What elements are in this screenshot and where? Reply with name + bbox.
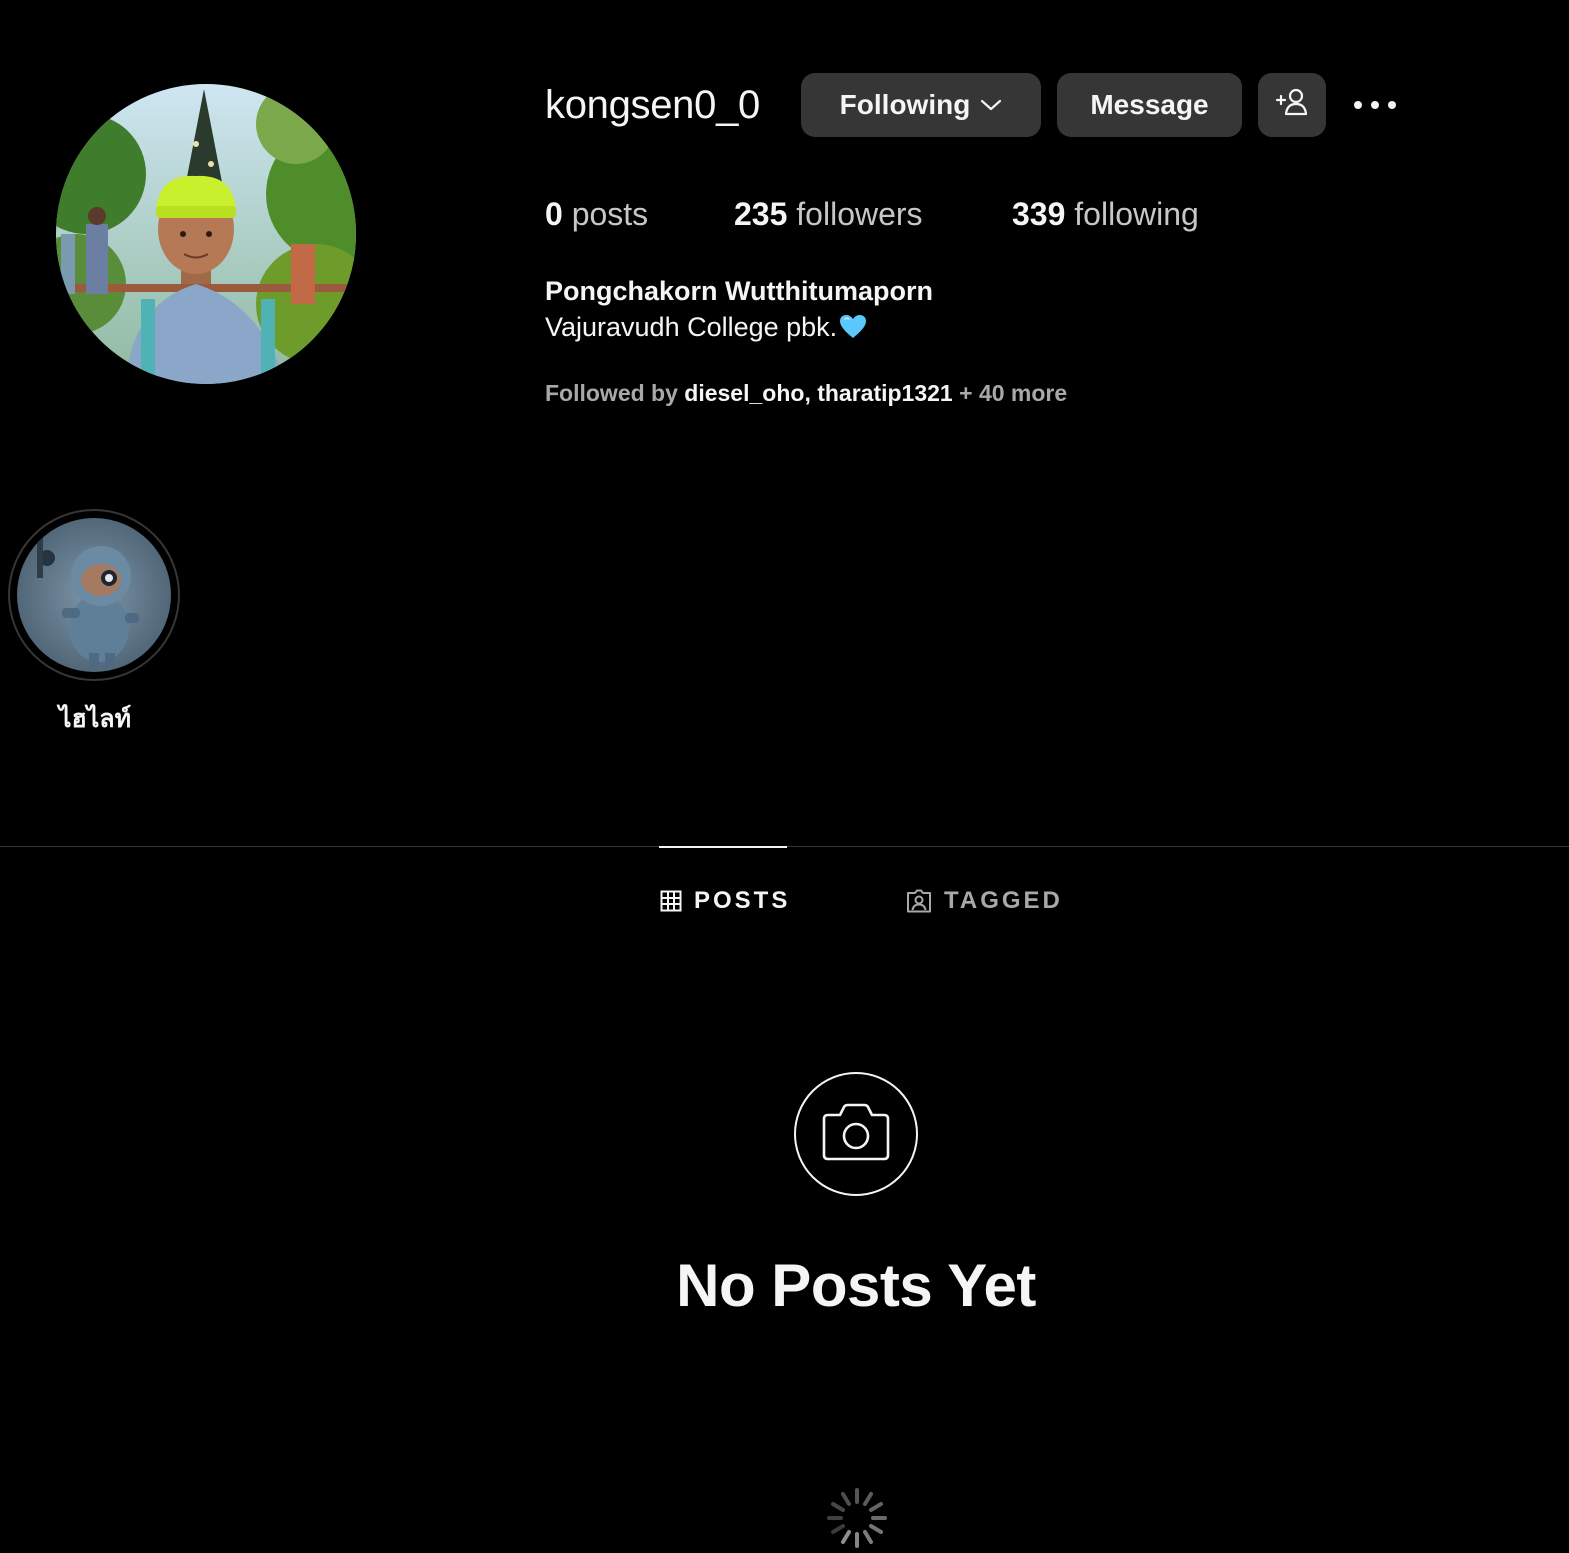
more-options-icon: [1353, 97, 1397, 115]
followed-by-user-1[interactable]: diesel_oho: [684, 380, 804, 406]
posts-count-number: 0: [545, 196, 563, 232]
posts-count: 0 posts: [545, 193, 648, 235]
active-tab-indicator: [659, 846, 787, 848]
followers-link[interactable]: 235 followers: [734, 193, 923, 235]
story-highlight[interactable]: ไฮไลท์: [8, 509, 182, 733]
followed-by-user-2[interactable]: tharatip1321: [817, 380, 953, 406]
grid-icon: [660, 890, 682, 912]
avatar-photo: [56, 84, 356, 384]
tab-posts-label: POSTS: [694, 887, 791, 914]
followers-count-label: followers: [796, 196, 923, 232]
profile-username: kongsen0_0: [545, 83, 760, 127]
camera-icon: [822, 1101, 890, 1168]
followers-count-number: 235: [734, 196, 788, 232]
following-count-label: following: [1074, 196, 1199, 232]
highlight-ring: [8, 509, 180, 681]
following-count-number: 339: [1012, 196, 1066, 232]
tab-tagged[interactable]: TAGGED: [906, 884, 1063, 918]
profile-bio: Vajuravudh College pbk.: [545, 310, 867, 344]
profile-page: kongsen0_0 Following Message 0 posts 235…: [0, 0, 1569, 1553]
tagged-icon: [906, 889, 932, 913]
highlight-label: ไฮไลท์: [58, 705, 132, 733]
profile-full-name: Pongchakorn Wutthitumaporn: [545, 276, 933, 306]
followed-by-prefix: Followed by: [545, 380, 678, 406]
tab-tagged-label: TAGGED: [944, 887, 1063, 914]
suggested-users-button[interactable]: [1258, 73, 1326, 137]
light-blue-heart-icon: [839, 314, 867, 340]
followed-by-separator: ,: [804, 380, 811, 406]
following-link[interactable]: 339 following: [1012, 193, 1199, 235]
posts-count-label: posts: [571, 196, 649, 232]
empty-state-title: No Posts Yet: [676, 1252, 1036, 1319]
chevron-down-icon: [980, 98, 1002, 112]
following-button-label: Following: [839, 89, 971, 120]
profile-avatar[interactable]: [56, 84, 356, 384]
following-button[interactable]: Following: [801, 73, 1041, 137]
loading-spinner-icon: [825, 1486, 889, 1550]
tab-posts[interactable]: POSTS: [660, 884, 790, 918]
message-button-label: Message: [1090, 89, 1209, 120]
add-user-icon: [1275, 87, 1309, 124]
followed-by-text[interactable]: Followed by diesel_oho, tharatip1321 + 4…: [545, 378, 1067, 408]
bio-text: Vajuravudh College pbk.: [545, 312, 838, 342]
highlight-cover: [17, 518, 171, 672]
empty-state-camera: [794, 1072, 918, 1196]
followed-by-more[interactable]: + 40 more: [959, 380, 1067, 406]
more-options-button[interactable]: [1350, 86, 1400, 126]
message-button[interactable]: Message: [1057, 73, 1242, 137]
